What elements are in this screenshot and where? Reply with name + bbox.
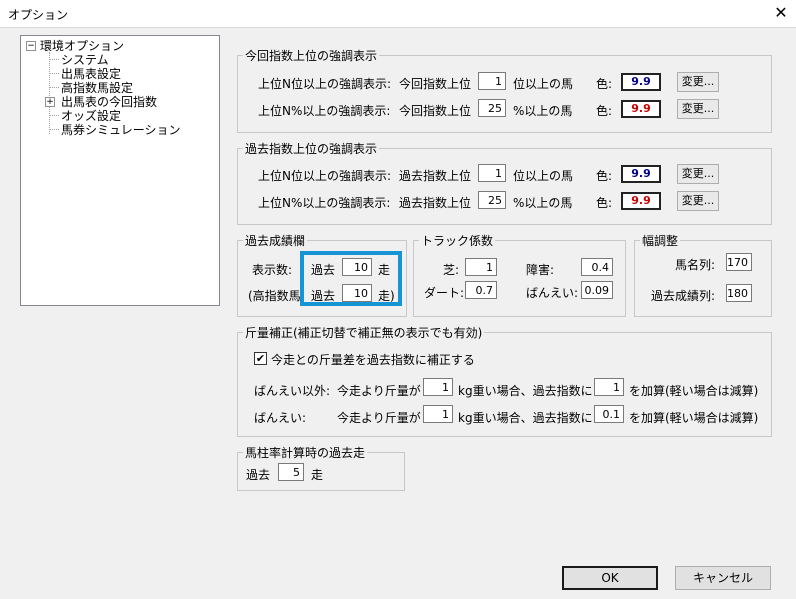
tree-line <box>49 115 59 116</box>
obstacle-input[interactable]: 0.4 <box>581 258 613 276</box>
window-title: オプション <box>8 8 69 22</box>
tree-line <box>49 87 59 88</box>
dirt-label: ダート: <box>424 286 465 300</box>
color-label: 色: <box>596 196 613 210</box>
row-suffix: 位以上の馬 <box>513 77 574 91</box>
row-prefix: 今走より斤量が <box>337 411 421 425</box>
turf-input[interactable]: 1 <box>465 258 497 276</box>
pillar-prefix: 過去 <box>246 468 271 482</box>
group-title: 馬柱率計算時の過去走 <box>245 446 366 460</box>
row-label: ばんえい以外: <box>254 384 331 398</box>
change-color-button[interactable]: 変更... <box>677 72 719 92</box>
turf-label: 芝: <box>443 263 460 277</box>
highlight-box <box>300 251 402 306</box>
banei-add-input[interactable]: 0.1 <box>594 405 624 423</box>
options-tree[interactable]: − 環境オプション システム 出馬表設定 高指数馬設定 + 出馬表の今回指数 オ… <box>20 35 220 306</box>
title-bar: オプション ✕ <box>0 0 796 28</box>
color-label: 色: <box>596 77 613 91</box>
close-icon[interactable]: ✕ <box>770 3 792 23</box>
row-label: 上位N位以上の強調表示: <box>258 77 392 91</box>
row-label: 上位N位以上の強調表示: <box>258 169 392 183</box>
group-title: トラック係数 <box>421 234 494 248</box>
color-swatch: 9.9 <box>621 73 661 91</box>
color-swatch: 9.9 <box>621 192 661 210</box>
collapse-icon[interactable]: − <box>26 41 36 51</box>
checkbox-label: 今走との斤量差を過去指数に補正する <box>271 353 475 367</box>
past-rank-input[interactable]: 1 <box>478 164 506 182</box>
color-label: 色: <box>596 169 613 183</box>
color-label: 色: <box>596 104 613 118</box>
history-col-input[interactable]: 180 <box>726 284 752 302</box>
history-col-label: 過去成績列: <box>651 289 716 303</box>
cancel-button[interactable]: キャンセル <box>675 566 771 590</box>
current-rank-input[interactable]: 1 <box>478 72 506 90</box>
tree-line <box>49 73 59 74</box>
tree-line <box>49 129 59 130</box>
tree-line <box>49 52 50 134</box>
group-title: 幅調整 <box>642 234 679 248</box>
color-swatch: 9.9 <box>621 100 661 118</box>
pillar-suffix: 走 <box>311 468 324 482</box>
expand-icon[interactable]: + <box>45 97 55 107</box>
weight-kg-input[interactable]: 1 <box>423 378 453 396</box>
current-percent-input[interactable]: 25 <box>478 99 506 117</box>
group-title: 過去指数上位の強調表示 <box>245 142 378 156</box>
pillar-count-input[interactable]: 5 <box>278 463 304 481</box>
row-suffix: を加算(軽い場合は減算) <box>629 384 759 398</box>
obstacle-label: 障害: <box>526 263 555 277</box>
past-percent-input[interactable]: 25 <box>478 191 506 209</box>
row-prefix: 今回指数上位 <box>399 104 472 118</box>
row-suffix: を加算(軽い場合は減算) <box>629 411 759 425</box>
banei-input[interactable]: 0.09 <box>581 281 613 299</box>
weight-correction-checkbox[interactable]: ✔ <box>254 352 267 365</box>
row-prefix: 今回指数上位 <box>399 77 472 91</box>
tree-item-simulation[interactable]: 馬券シミュレーション <box>61 121 181 138</box>
horse-name-col-input[interactable]: 170 <box>726 253 752 271</box>
row-prefix: 過去指数上位 <box>399 196 472 210</box>
change-color-button[interactable]: 変更... <box>677 99 719 119</box>
dirt-input[interactable]: 0.7 <box>465 281 497 299</box>
row-suffix: %以上の馬 <box>513 196 573 210</box>
width-group: 幅調整 <box>634 232 772 317</box>
change-color-button[interactable]: 変更... <box>677 164 719 184</box>
row-label: ばんえい: <box>254 411 307 425</box>
ok-button[interactable]: OK <box>562 566 658 590</box>
row-suffix: %以上の馬 <box>513 104 573 118</box>
group-title: 過去成績欄 <box>245 234 306 248</box>
horse-name-col-label: 馬名列: <box>675 258 716 272</box>
row-label: 上位N%以上の強調表示: <box>258 196 391 210</box>
color-swatch: 9.9 <box>621 165 661 183</box>
row-label: 上位N%以上の強調表示: <box>258 104 391 118</box>
display-count-label: 表示数: <box>252 263 293 277</box>
banei-label: ばんえい: <box>526 286 579 300</box>
row-mid: kg重い場合、過去指数に <box>458 411 593 425</box>
banei-kg-input[interactable]: 1 <box>423 405 453 423</box>
change-color-button[interactable]: 変更... <box>677 191 719 211</box>
weight-add-input[interactable]: 1 <box>594 378 624 396</box>
row-mid: kg重い場合、過去指数に <box>458 384 593 398</box>
row-prefix: 過去指数上位 <box>399 169 472 183</box>
group-title: 斤量補正(補正切替で補正無の表示でも有効) <box>245 326 483 340</box>
row-suffix: 位以上の馬 <box>513 169 574 183</box>
group-title: 今回指数上位の強調表示 <box>245 49 378 63</box>
high-index-label: (高指数馬 <box>248 289 301 303</box>
row-prefix: 今走より斤量が <box>337 384 421 398</box>
tree-line <box>49 59 59 60</box>
